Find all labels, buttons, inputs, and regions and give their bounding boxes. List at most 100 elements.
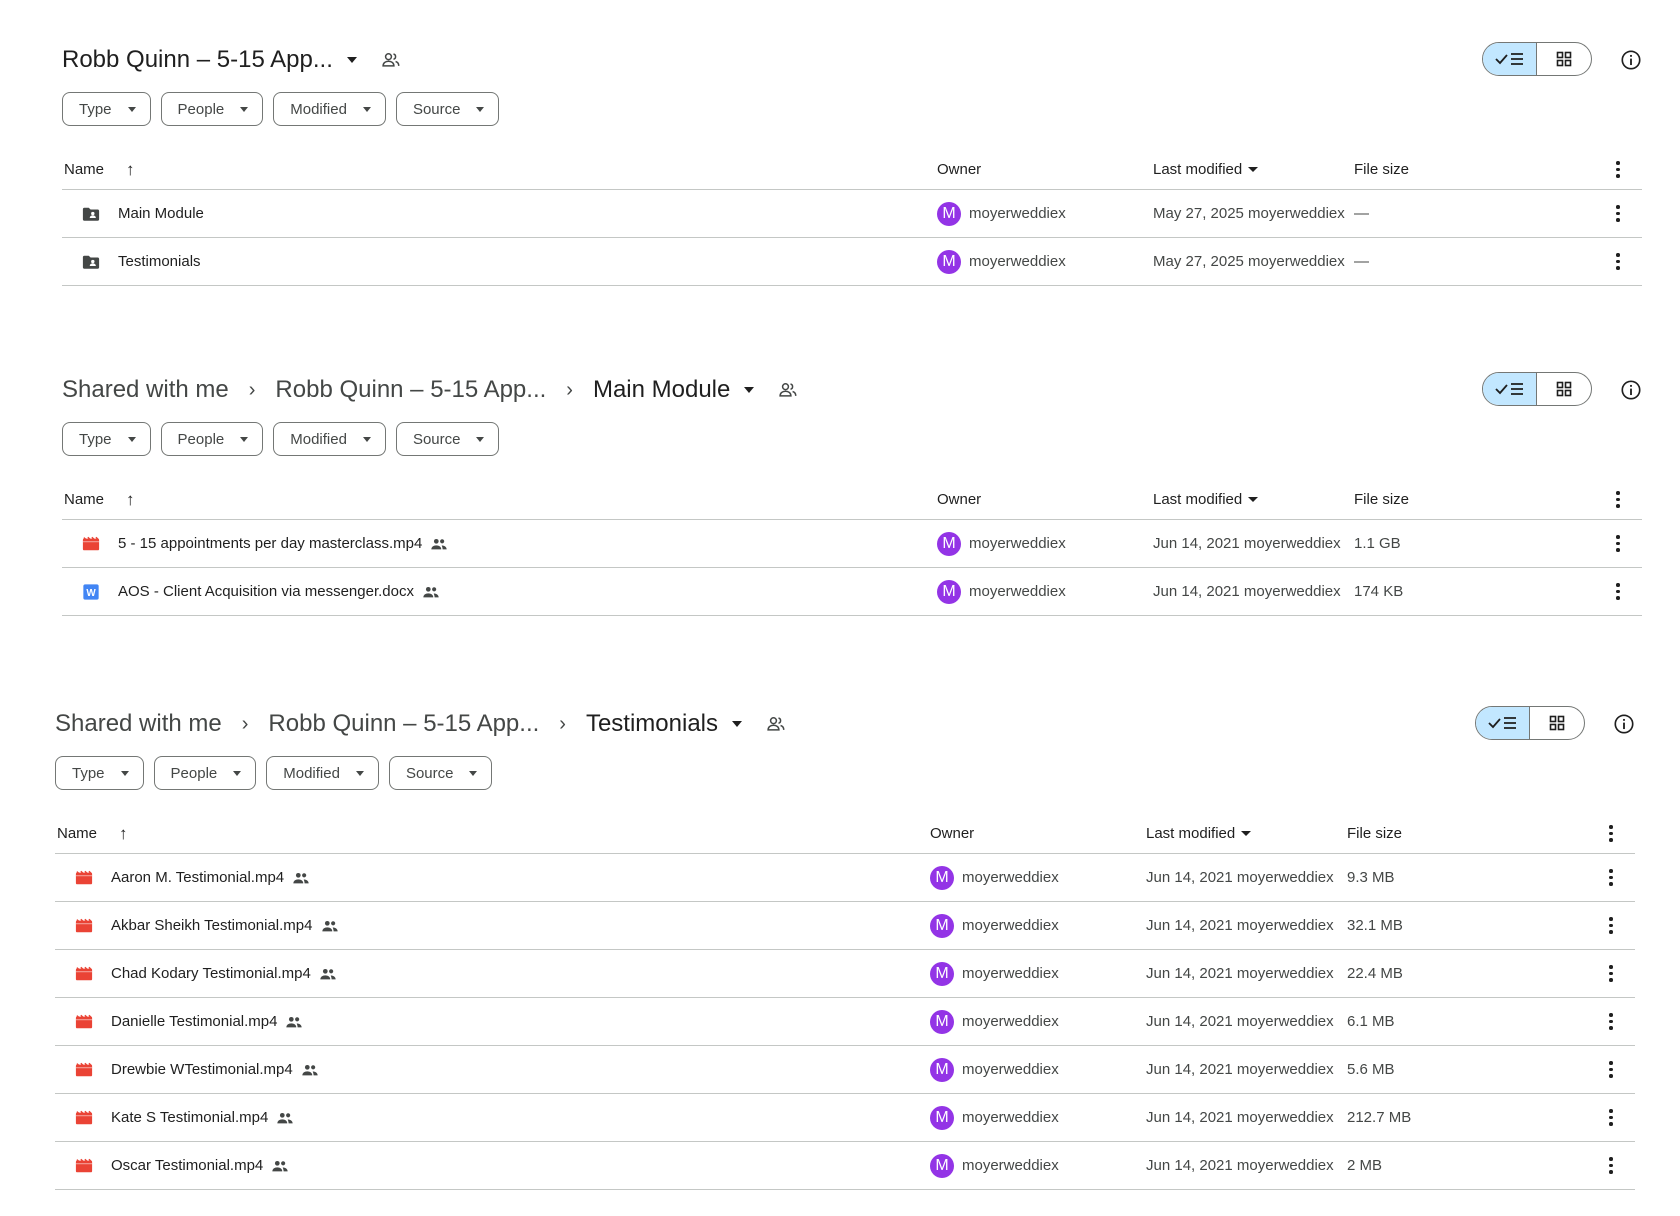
column-header-last-modified-label: Last modified: [1146, 825, 1236, 842]
filter-chip-modified[interactable]: Modified: [273, 92, 386, 126]
view-toggle: [1475, 706, 1585, 740]
column-options-button[interactable]: [1616, 480, 1620, 519]
filter-chip-people[interactable]: People: [160, 92, 264, 126]
row-more-actions-button[interactable]: [1609, 902, 1613, 949]
breadcrumb-item[interactable]: Shared with me: [55, 710, 222, 738]
video-file-icon: [75, 1013, 111, 1031]
video-file-icon: [75, 1061, 111, 1079]
filter-chip-people[interactable]: People: [153, 756, 257, 790]
check-list-icon: [1494, 383, 1523, 395]
table-header: Name ↑ Owner Last modified File size: [55, 814, 1635, 854]
row-more-actions-button[interactable]: [1609, 1142, 1613, 1189]
page-header: Shared with me › Robb Quinn – 5-15 App... ›…: [55, 700, 1635, 748]
column-header-last-modified[interactable]: Last modified: [1153, 161, 1354, 178]
owner-name: moyerweddiex: [962, 869, 1059, 886]
list-view-button[interactable]: [1483, 373, 1538, 405]
more-vert-icon: [1609, 869, 1613, 886]
info-icon[interactable]: [1620, 379, 1642, 401]
chevron-down-icon: [476, 436, 485, 442]
owner-name: moyerweddiex: [962, 1109, 1059, 1126]
folder-actions-dropdown-icon[interactable]: [744, 387, 755, 393]
avatar: M: [937, 579, 961, 604]
table-row[interactable]: Danielle Testimonial.mp4 Mmoyerweddiex Jun…: [55, 998, 1635, 1046]
column-header-last-modified[interactable]: Last modified: [1146, 825, 1347, 842]
chevron-right-icon: ›: [559, 712, 566, 735]
table-row[interactable]: Akbar Sheikh Testimonial.mp4 Mmoyerweddie…: [55, 902, 1635, 950]
filter-chip-type[interactable]: Type: [55, 756, 144, 790]
row-more-actions-button[interactable]: [1616, 238, 1620, 285]
table-row[interactable]: Drewbie WTestimonial.mp4 Mmoyerweddiex Jun…: [55, 1046, 1635, 1094]
shared-folder-people-icon[interactable]: [766, 714, 786, 734]
last-modified: Jun 14, 2021 moyerweddiex: [1146, 869, 1334, 886]
chevron-down-icon: [120, 770, 129, 776]
grid-view-button[interactable]: [1537, 373, 1591, 405]
shared-people-icon: [321, 920, 338, 931]
current-folder-title[interactable]: Testimonials: [586, 710, 718, 738]
table-row[interactable]: Chad Kodary Testimonial.mp4 Mmoyerweddiex…: [55, 950, 1635, 998]
more-vert-icon: [1609, 1061, 1613, 1078]
table-row[interactable]: 5 - 15 appointments per day masterclass.…: [62, 520, 1642, 568]
grid-icon: [1549, 715, 1565, 731]
filter-chip-label: Source: [412, 430, 461, 448]
breadcrumb-item[interactable]: Shared with me: [62, 376, 229, 404]
more-vert-icon: [1616, 161, 1620, 178]
filter-chip-modified[interactable]: Modified: [273, 422, 386, 456]
breadcrumb-item[interactable]: Robb Quinn – 5-15 App...: [275, 376, 546, 404]
sort-ascending-arrow-icon[interactable]: ↑: [119, 824, 128, 844]
row-more-actions-button[interactable]: [1616, 190, 1620, 237]
table-row[interactable]: Kate S Testimonial.mp4 Mmoyerweddiex Jun 1…: [55, 1094, 1635, 1142]
filter-chip-source[interactable]: Source: [395, 422, 500, 456]
breadcrumb-item[interactable]: Robb Quinn – 5-15 App...: [268, 710, 539, 738]
current-folder-title[interactable]: Main Module: [593, 376, 730, 404]
avatar: M: [930, 1153, 954, 1178]
filter-chip-people[interactable]: People: [160, 422, 264, 456]
chevron-down-icon: [233, 770, 242, 776]
chevron-down-icon: [476, 106, 485, 112]
table-row[interactable]: W AOS - Client Acquisition via messenger.…: [62, 568, 1642, 616]
row-more-actions-button[interactable]: [1616, 520, 1620, 567]
info-icon[interactable]: [1620, 49, 1642, 71]
column-header-last-modified[interactable]: Last modified: [1153, 491, 1354, 508]
list-view-button[interactable]: [1483, 43, 1538, 75]
table-row[interactable]: Main Module Mmoyerweddiex May 27, 2025 moy…: [62, 190, 1642, 238]
grid-view-button[interactable]: [1537, 43, 1591, 75]
column-header-name[interactable]: Name: [64, 161, 104, 178]
column-header-owner: Owner: [937, 161, 982, 178]
row-more-actions-button[interactable]: [1609, 854, 1613, 901]
filter-chip-type[interactable]: Type: [62, 422, 151, 456]
shared-folder-people-icon[interactable]: [778, 380, 798, 400]
table-row[interactable]: Testimonials Mmoyerweddiex May 27, 2025 mo…: [62, 238, 1642, 286]
filter-chip-source[interactable]: Source: [388, 756, 493, 790]
column-options-button[interactable]: [1616, 150, 1620, 189]
table-row[interactable]: Oscar Testimonial.mp4 Mmoyerweddiex Jun 14…: [55, 1142, 1635, 1190]
more-vert-icon: [1616, 253, 1620, 270]
current-folder-title[interactable]: Robb Quinn – 5-15 App...: [62, 46, 333, 74]
filter-chip-modified[interactable]: Modified: [266, 756, 379, 790]
row-more-actions-button[interactable]: [1609, 1094, 1613, 1141]
list-view-button[interactable]: [1476, 707, 1531, 739]
view-toggle: [1482, 372, 1592, 406]
row-more-actions-button[interactable]: [1609, 950, 1613, 997]
sort-ascending-arrow-icon[interactable]: ↑: [126, 160, 135, 180]
filter-chip-label: People: [170, 764, 218, 782]
file-size: 5.6 MB: [1347, 1061, 1395, 1078]
folder-actions-dropdown-icon[interactable]: [346, 57, 357, 63]
row-more-actions-button[interactable]: [1616, 568, 1620, 615]
row-more-actions-button[interactable]: [1609, 1046, 1613, 1093]
column-options-button[interactable]: [1609, 814, 1613, 853]
table-row[interactable]: Aaron M. Testimonial.mp4 Mmoyerweddiex Jun…: [55, 854, 1635, 902]
column-header-name[interactable]: Name: [64, 491, 104, 508]
shared-folder-people-icon[interactable]: [381, 50, 401, 70]
row-more-actions-button[interactable]: [1609, 998, 1613, 1045]
file-name: 5 - 15 appointments per day masterclass.…: [118, 535, 423, 552]
file-size: 32.1 MB: [1347, 917, 1403, 934]
video-file-icon: [75, 1109, 111, 1127]
grid-view-button[interactable]: [1530, 707, 1584, 739]
folder-actions-dropdown-icon[interactable]: [732, 721, 742, 727]
column-header-name[interactable]: Name: [57, 825, 97, 842]
filter-chip-source[interactable]: Source: [395, 92, 500, 126]
sort-ascending-arrow-icon[interactable]: ↑: [126, 490, 135, 510]
page-header: Robb Quinn – 5-15 App...: [62, 36, 1642, 84]
info-icon[interactable]: [1613, 713, 1635, 735]
filter-chip-type[interactable]: Type: [62, 92, 151, 126]
